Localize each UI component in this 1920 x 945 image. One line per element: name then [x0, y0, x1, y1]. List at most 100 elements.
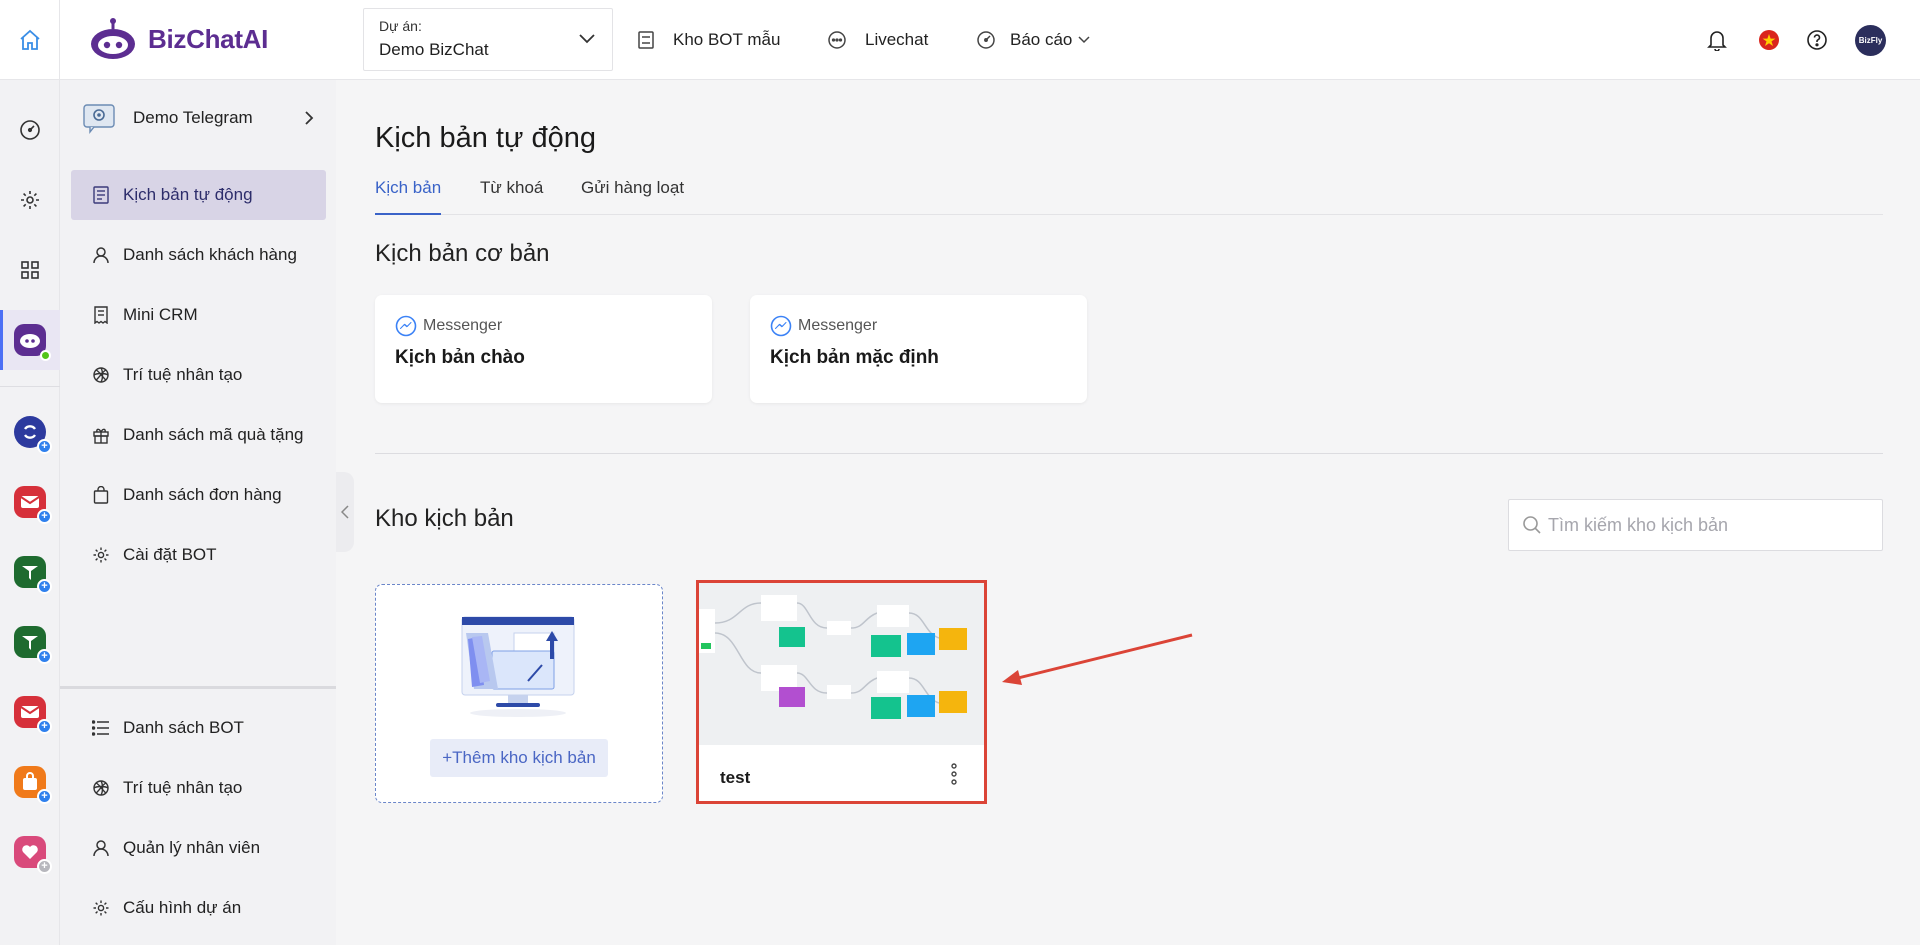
- add-script-store-button[interactable]: +Thêm kho kịch bản: [430, 739, 608, 777]
- online-status-dot: [40, 350, 51, 361]
- sidebar-item-label: Danh sách khách hàng: [123, 245, 297, 264]
- annotation-arrow-icon: [1002, 633, 1193, 685]
- ai-icon: [93, 780, 109, 796]
- sidebar-item-label: Danh sách đơn hàng: [123, 485, 282, 504]
- template-flow-thumbnail: [699, 583, 984, 745]
- sidebar-divider: [60, 686, 336, 689]
- sidebar-item-label: Danh sách mã quà tặng: [123, 425, 304, 444]
- mail-app-icon: +: [14, 696, 52, 734]
- sidebar: Demo Telegram Kịch bản tự động Danh sách…: [60, 80, 336, 945]
- list-icon: [92, 720, 109, 736]
- bag-icon: [93, 486, 109, 504]
- robot-logo-icon: [91, 18, 135, 59]
- grid-icon: [21, 261, 39, 279]
- rail-app-5[interactable]: +: [0, 687, 60, 737]
- user-icon: [93, 840, 109, 857]
- nav-bot-templates-label: Kho BOT mẫu: [673, 30, 781, 49]
- add-script-store-card[interactable]: +Thêm kho kịch bản: [375, 584, 663, 803]
- rail-settings[interactable]: [0, 175, 60, 225]
- home-button[interactable]: [0, 0, 60, 80]
- refresh-app-icon: +: [14, 416, 52, 454]
- template-more-button[interactable]: [950, 763, 958, 785]
- sidebar-item-orders[interactable]: Danh sách đơn hàng: [71, 470, 326, 520]
- gauge-icon: [20, 120, 40, 140]
- rail-app-1[interactable]: +: [0, 407, 60, 457]
- sidebar-item-staff[interactable]: Quản lý nhân viên: [71, 823, 326, 873]
- rail-app-3[interactable]: +: [0, 547, 60, 597]
- green-app-icon: +: [14, 626, 52, 664]
- heart-app-icon: +: [14, 836, 52, 874]
- sidebar-item-gift-codes[interactable]: Danh sách mã quà tặng: [71, 410, 326, 460]
- vietnam-flag-icon: [1759, 30, 1779, 50]
- nav-bot-templates[interactable]: Kho BOT mẫu: [637, 0, 780, 80]
- rail-bizchat[interactable]: [0, 310, 60, 370]
- help-icon: [1807, 30, 1827, 50]
- rail-apps[interactable]: [0, 245, 60, 295]
- language-button[interactable]: [1755, 26, 1783, 54]
- script-store-search[interactable]: [1508, 499, 1883, 551]
- project-label: Dự án:: [379, 18, 422, 34]
- sidebar-item-bot-list[interactable]: Danh sách BOT: [71, 703, 326, 753]
- script-card-default[interactable]: Messenger Kịch bản mặc định: [750, 295, 1087, 403]
- bell-icon: [1707, 31, 1727, 51]
- bot-name: Demo Telegram: [133, 108, 253, 127]
- sidebar-collapse-button[interactable]: [336, 472, 354, 552]
- sidebar-item-label: Quản lý nhân viên: [123, 838, 261, 857]
- script-template-card[interactable]: test: [696, 580, 987, 804]
- rail-app-4[interactable]: +: [0, 617, 60, 667]
- sidebar-item-customers[interactable]: Danh sách khách hàng: [71, 230, 326, 280]
- sidebar-item-label: Cài đặt BOT: [123, 545, 217, 564]
- tab-scripts[interactable]: Kịch bản: [375, 178, 442, 215]
- sidebar-item-project-config[interactable]: Cấu hình dự án: [71, 883, 326, 933]
- sidebar-item-mini-crm[interactable]: Mini CRM: [71, 290, 326, 340]
- top-bar: BizChatAI Dự án: Demo BizChat Kho BOT mẫ…: [0, 0, 1920, 80]
- basic-scripts-heading: Kịch bản cơ bản: [375, 240, 550, 267]
- rail-app-2[interactable]: +: [0, 477, 60, 527]
- design-illustration-icon: [461, 616, 575, 717]
- script-icon: [93, 186, 109, 204]
- sidebar-item-ai-project[interactable]: Trí tuệ nhân tạo: [71, 763, 326, 813]
- rail-app-7[interactable]: +: [0, 827, 60, 877]
- help-button[interactable]: [1803, 26, 1831, 54]
- nav-reports-label: Báo cáo: [1010, 30, 1073, 49]
- messenger-icon: [395, 315, 417, 337]
- sidebar-item-label: Danh sách BOT: [123, 718, 244, 737]
- rail-app-6[interactable]: +: [0, 757, 60, 807]
- gear-icon: [93, 900, 109, 916]
- brand-logo[interactable]: BizChatAI: [88, 14, 268, 64]
- rail-divider: [0, 386, 60, 387]
- sidebar-item-ai[interactable]: Trí tuệ nhân tạo: [71, 350, 326, 400]
- script-card-welcome[interactable]: Messenger Kịch bản chào: [375, 295, 712, 403]
- project-select[interactable]: Dự án: Demo BizChat: [363, 8, 613, 71]
- user-avatar[interactable]: BizFly: [1855, 25, 1886, 56]
- tab-keywords[interactable]: Từ khoá: [480, 178, 543, 215]
- mail-app-icon: +: [14, 486, 52, 524]
- bot-avatar-icon: [83, 104, 115, 134]
- sidebar-item-auto-scripts[interactable]: Kịch bản tự động: [71, 170, 326, 220]
- rail-dashboard[interactable]: [0, 105, 60, 155]
- shopping-bag-app-icon: +: [14, 766, 52, 804]
- chevron-down-icon: [1078, 36, 1090, 44]
- bot-switcher[interactable]: Demo Telegram: [82, 100, 322, 136]
- nav-livechat[interactable]: Livechat: [827, 0, 928, 80]
- app-rail: + + + + + + +: [0, 80, 60, 945]
- user-icon: [93, 247, 109, 264]
- sidebar-item-label: Trí tuệ nhân tạo: [123, 365, 243, 384]
- sidebar-item-label: Cấu hình dự án: [123, 898, 242, 917]
- page-title: Kịch bản tự động: [375, 122, 596, 154]
- nav-reports[interactable]: Báo cáo: [976, 0, 1090, 80]
- nav-livechat-label: Livechat: [865, 30, 929, 49]
- brand-name: BizChatAI: [148, 23, 269, 54]
- messenger-icon: [770, 315, 792, 337]
- gauge-icon: [977, 31, 995, 49]
- section-divider: [375, 453, 1883, 454]
- notification-button[interactable]: [1703, 26, 1731, 54]
- sidebar-item-bot-settings[interactable]: Cài đặt BOT: [71, 530, 326, 580]
- tab-broadcast[interactable]: Gửi hàng loạt: [581, 178, 684, 215]
- search-input[interactable]: [1548, 514, 1868, 536]
- more-vertical-icon: [951, 763, 957, 785]
- search-icon: [1523, 516, 1541, 534]
- gear-icon: [93, 547, 109, 563]
- channel-label: Messenger: [770, 315, 1067, 337]
- gift-icon: [93, 428, 109, 444]
